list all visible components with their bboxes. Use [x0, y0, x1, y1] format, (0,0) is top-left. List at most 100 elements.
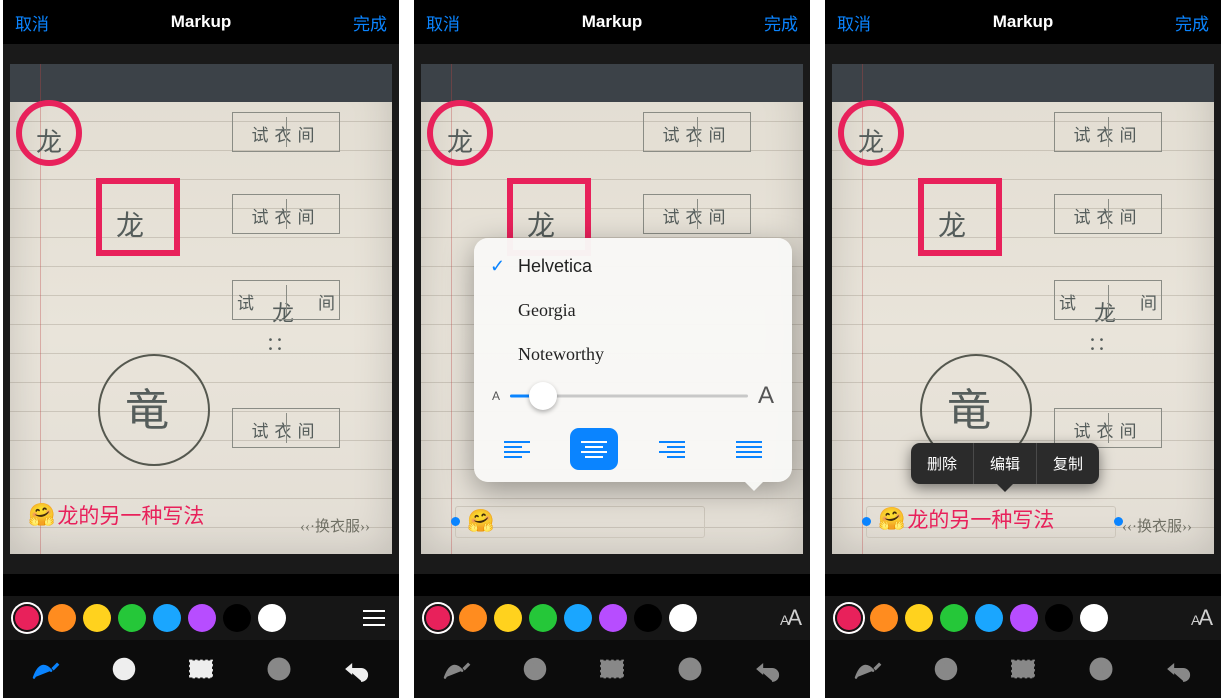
magnifier-tool[interactable] — [921, 644, 971, 694]
hw-box: 试衣间 — [232, 408, 340, 448]
color-swatch-white[interactable] — [1080, 604, 1108, 632]
navigation-bar: 取消 Markup 完成 — [3, 0, 399, 44]
ctx-edit[interactable]: 编辑 — [974, 443, 1036, 484]
ctx-copy[interactable]: 复制 — [1037, 443, 1099, 484]
done-button[interactable]: 完成 — [341, 10, 399, 35]
magnifier-tool[interactable] — [99, 644, 149, 694]
color-swatch-orange[interactable] — [48, 604, 76, 632]
align-center-button[interactable] — [570, 428, 618, 470]
color-swatch-pink[interactable] — [424, 604, 452, 632]
markup-text-annotation[interactable]: 🤗 — [467, 508, 494, 534]
markup-square-shape[interactable] — [918, 178, 1002, 256]
markup-canvas[interactable]: 龙 龙 龙 竜 试衣间 试衣间 试间 ：： 试衣间 ‹‹·换衣服›› 🤗 龙的另… — [3, 44, 399, 574]
color-swatch-green[interactable] — [529, 604, 557, 632]
color-swatch-green[interactable] — [940, 604, 968, 632]
markup-toolbar: T π — [3, 640, 399, 698]
signature-tool[interactable]: π — [1076, 644, 1126, 694]
color-palette: AA — [825, 596, 1221, 640]
ctx-delete[interactable]: 删除 — [911, 443, 973, 484]
pen-tool[interactable] — [21, 644, 71, 694]
hw-box: 试衣间 — [232, 112, 340, 152]
context-menu: 删除 编辑 复制 — [911, 443, 1099, 484]
done-button[interactable]: 完成 — [1163, 10, 1221, 35]
color-swatch-orange[interactable] — [870, 604, 898, 632]
signature-tool[interactable]: π — [665, 644, 715, 694]
signature-tool[interactable]: π — [254, 644, 304, 694]
color-swatch-yellow[interactable] — [83, 604, 111, 632]
align-justify-button[interactable] — [725, 428, 773, 470]
svg-text:T: T — [608, 662, 616, 677]
font-size-slider[interactable] — [510, 383, 748, 409]
navigation-bar: 取消 Markup 完成 — [825, 0, 1221, 44]
cancel-button[interactable]: 取消 — [414, 10, 472, 35]
color-palette: AA — [414, 596, 810, 640]
svg-text:π: π — [686, 662, 693, 677]
markup-toolbar: T π — [825, 640, 1221, 698]
color-swatch-blue[interactable] — [153, 604, 181, 632]
more-menu-icon[interactable] — [359, 610, 389, 626]
color-swatch-purple[interactable] — [188, 604, 216, 632]
svg-text:T: T — [197, 662, 205, 677]
markup-circle-shape[interactable] — [427, 100, 493, 166]
selection-handle[interactable] — [862, 517, 871, 526]
font-size-slider-row: A A — [474, 376, 792, 422]
magnifier-tool[interactable] — [510, 644, 560, 694]
color-swatch-yellow[interactable] — [494, 604, 522, 632]
color-swatch-blue[interactable] — [564, 604, 592, 632]
font-option-helvetica[interactable]: ✓ Helvetica — [474, 244, 792, 288]
align-right-button[interactable] — [648, 428, 696, 470]
color-swatch-white[interactable] — [258, 604, 286, 632]
photo-background: 龙 龙 龙 竜 试衣间 试衣间 试间 ：： 试衣间 ‹‹·换衣服›› 🤗 龙的另… — [10, 64, 392, 554]
pen-tool[interactable] — [432, 644, 482, 694]
color-swatch-pink[interactable] — [835, 604, 863, 632]
color-swatch-pink[interactable] — [13, 604, 41, 632]
markup-circle-shape[interactable] — [838, 100, 904, 166]
text-tool[interactable]: T — [998, 644, 1048, 694]
selection-handle[interactable] — [1114, 517, 1123, 526]
color-swatch-black[interactable] — [1045, 604, 1073, 632]
markup-text-annotation[interactable]: 🤗 龙的另一种写法 — [28, 500, 204, 530]
annotation-text: 龙的另一种写法 — [57, 500, 204, 530]
svg-text:π: π — [1097, 662, 1104, 677]
hw-box: 试间 — [232, 280, 340, 320]
markup-screen-2: 取消 Markup 完成 龙 龙 试衣间 试衣间 🤗 — [414, 0, 810, 698]
markup-screen-3: 取消 Markup 完成 龙 龙 龙 竜 试衣间 试衣间 试间 ：： 试衣间 ‹… — [825, 0, 1221, 698]
hw-box: 试衣间 — [232, 194, 340, 234]
markup-canvas[interactable]: 龙 龙 龙 竜 试衣间 试衣间 试间 ：： 试衣间 ‹‹·换衣服›› 🤗 龙的另… — [825, 44, 1221, 574]
text-format-button[interactable]: AA — [780, 605, 800, 631]
text-tool[interactable]: T — [176, 644, 226, 694]
text-format-button[interactable]: AA — [1191, 605, 1211, 631]
markup-toolbar: T π — [414, 640, 810, 698]
text-tool[interactable]: T — [587, 644, 637, 694]
checkmark-icon: ✓ — [490, 256, 518, 277]
emoji-icon: 🤗 — [878, 506, 905, 532]
cancel-button[interactable]: 取消 — [825, 10, 883, 35]
cancel-button[interactable]: 取消 — [3, 10, 61, 35]
annotation-text: 龙的另一种写法 — [907, 504, 1054, 534]
markup-canvas[interactable]: 龙 龙 试衣间 试衣间 🤗 ✓ Helvetica Georgi — [414, 44, 810, 574]
color-swatch-black[interactable] — [223, 604, 251, 632]
hw-circle — [98, 354, 210, 466]
color-palette — [3, 596, 399, 640]
markup-circle-shape[interactable] — [16, 100, 82, 166]
markup-square-shape[interactable] — [96, 178, 180, 256]
color-swatch-green[interactable] — [118, 604, 146, 632]
pen-tool[interactable] — [843, 644, 893, 694]
done-button[interactable]: 完成 — [752, 10, 810, 35]
undo-button[interactable] — [742, 644, 792, 694]
undo-button[interactable] — [1153, 644, 1203, 694]
color-swatch-black[interactable] — [634, 604, 662, 632]
emoji-icon: 🤗 — [467, 508, 494, 534]
font-option-georgia[interactable]: Georgia — [474, 288, 792, 332]
font-option-noteworthy[interactable]: Noteworthy — [474, 332, 792, 376]
color-swatch-white[interactable] — [669, 604, 697, 632]
color-swatch-purple[interactable] — [1010, 604, 1038, 632]
undo-button[interactable] — [331, 644, 381, 694]
markup-text-annotation[interactable]: 🤗 龙的另一种写法 — [878, 504, 1054, 534]
color-swatch-yellow[interactable] — [905, 604, 933, 632]
color-swatch-purple[interactable] — [599, 604, 627, 632]
align-left-button[interactable] — [493, 428, 541, 470]
color-swatch-blue[interactable] — [975, 604, 1003, 632]
selection-handle[interactable] — [451, 517, 460, 526]
color-swatch-orange[interactable] — [459, 604, 487, 632]
